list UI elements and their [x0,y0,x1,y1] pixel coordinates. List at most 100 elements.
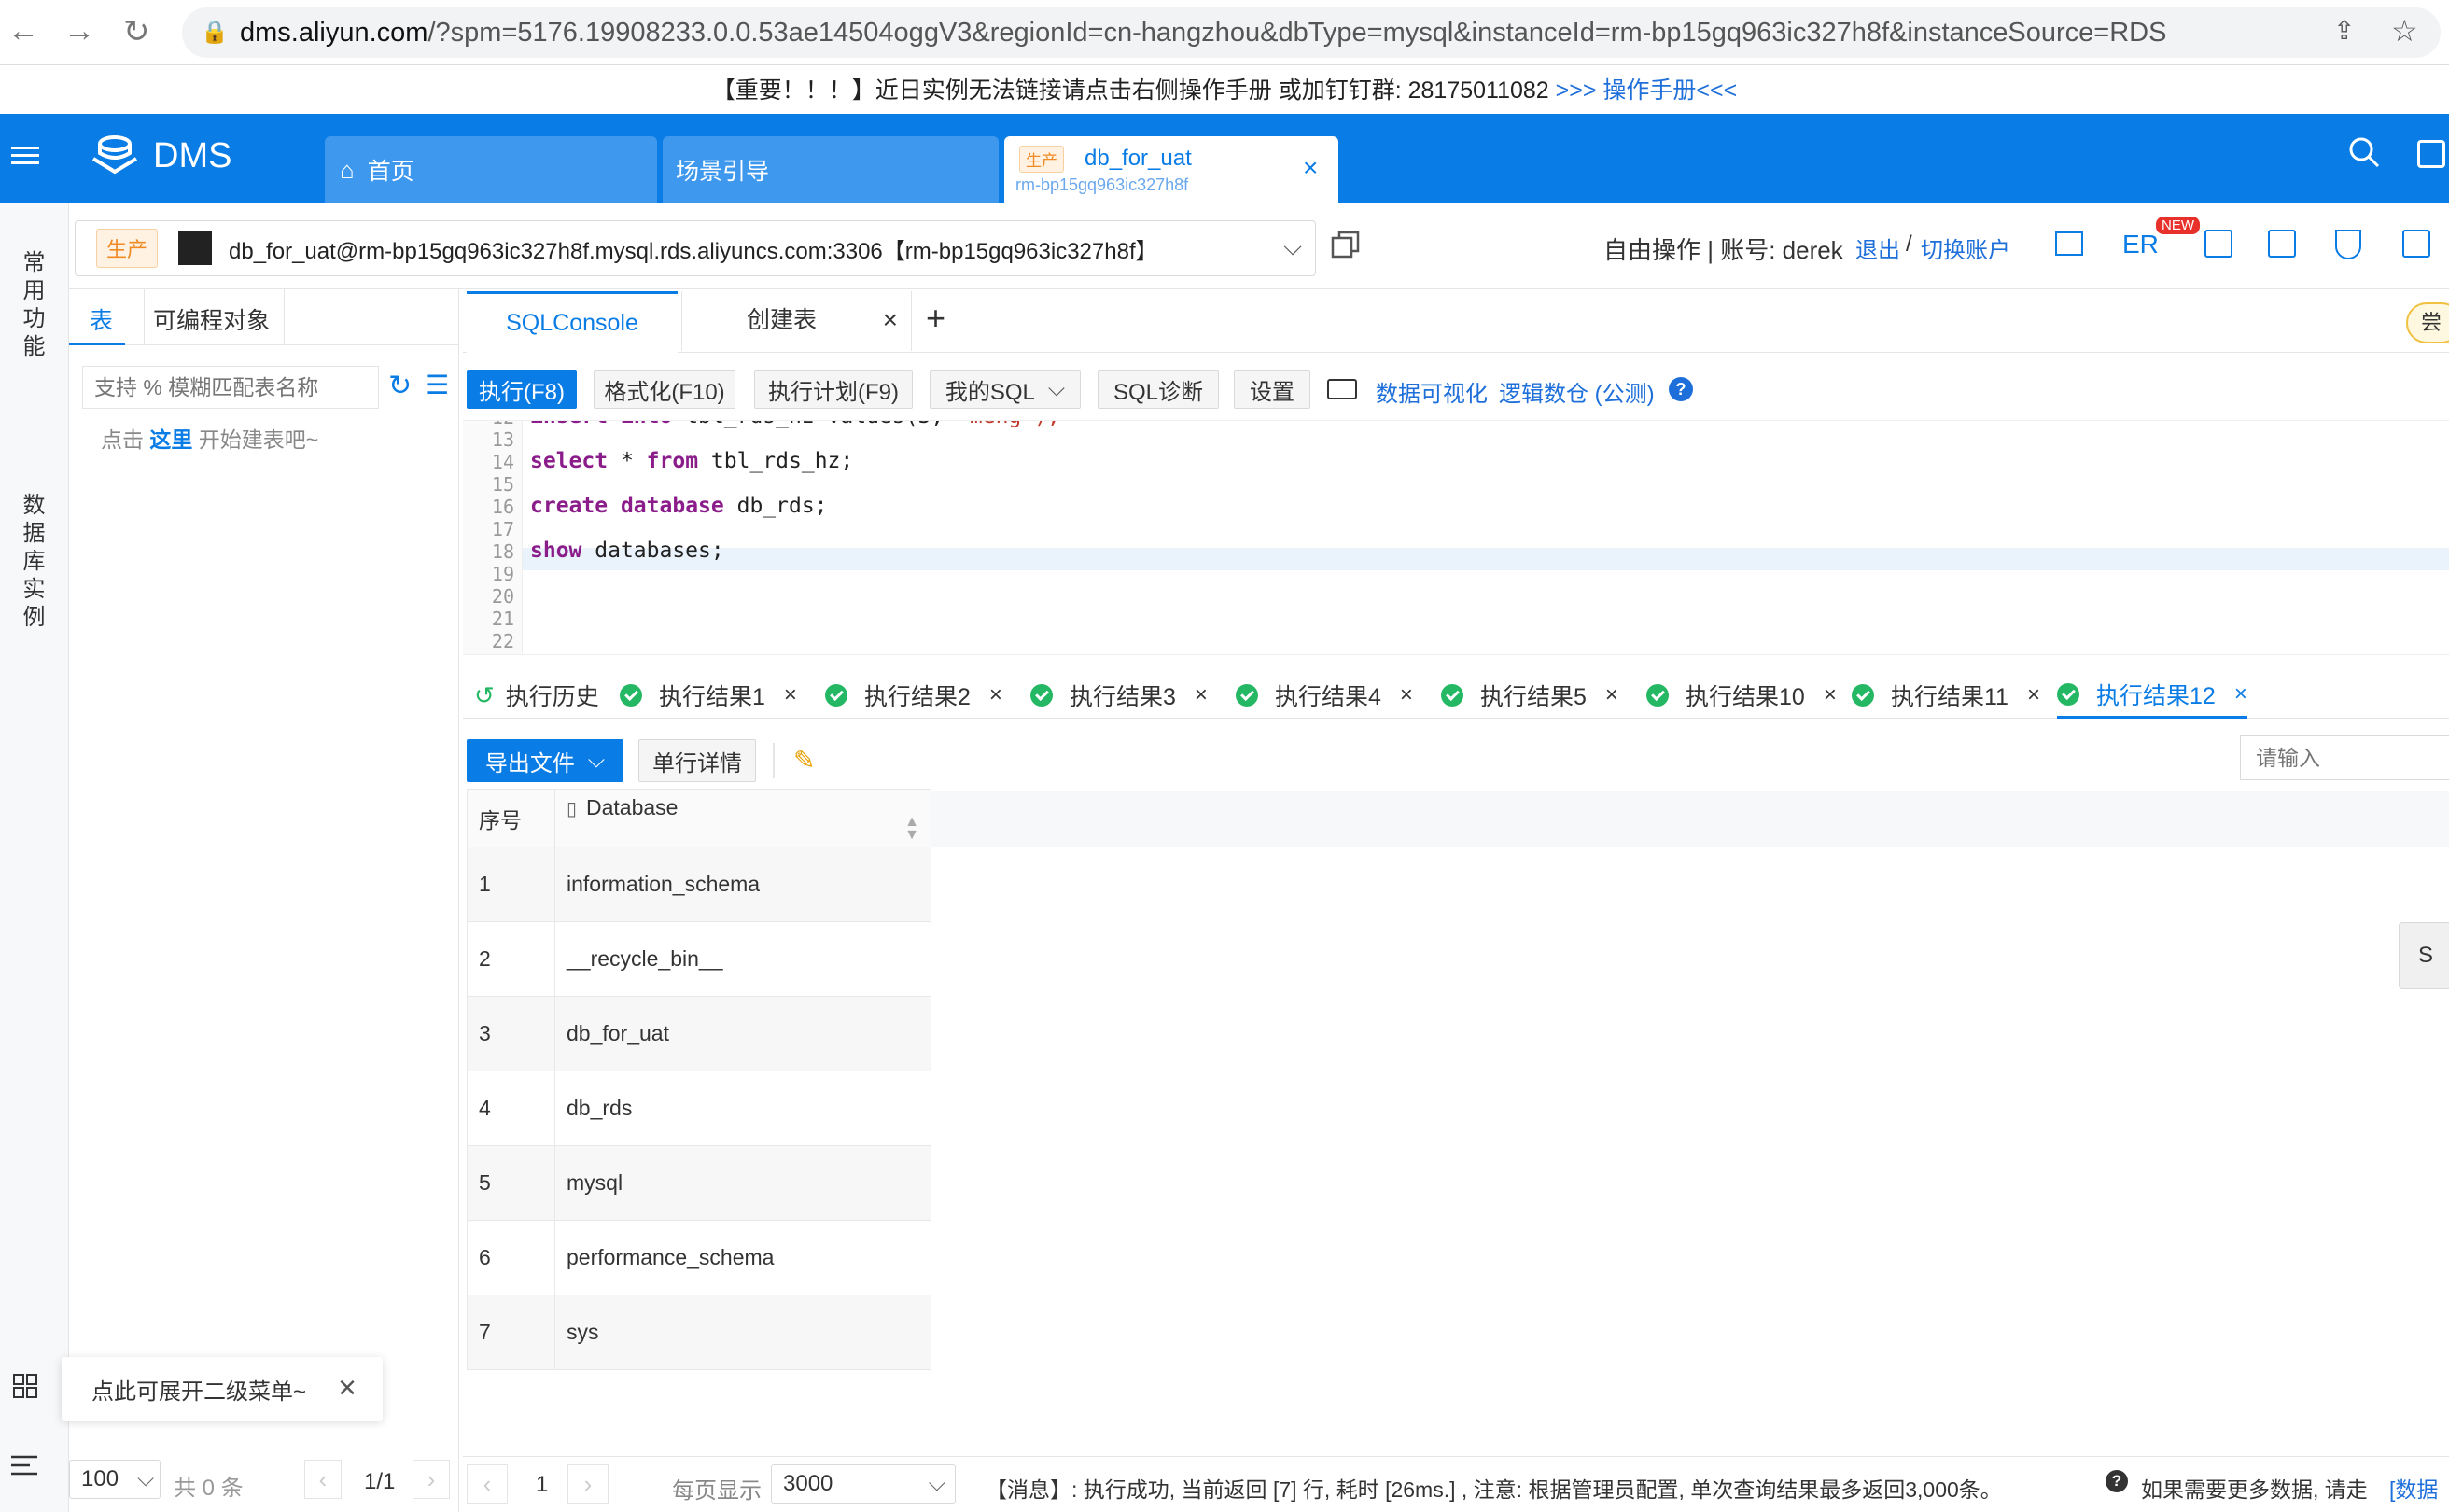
format-button[interactable]: 格式化(F10) [594,370,735,409]
help-icon[interactable]: ? [1669,377,1693,401]
tab-db-for-uat[interactable]: 生产 db_for_uat rm-bp15gq963ic327h8f × [1004,136,1338,203]
rail-common-functions[interactable]: 常用功能 [15,250,48,362]
keyboard-icon[interactable] [1327,379,1357,399]
monitor-icon[interactable] [2268,230,2296,258]
switch-account-link[interactable]: 切换账户 [1921,231,2010,264]
result-search-input[interactable] [2240,735,2449,780]
export-file-button[interactable]: 导出文件 ⌵ [467,739,623,782]
sql-editor[interactable]: 1213141516171819202122 insert into tbl_r… [463,420,2449,655]
collapse-list-icon[interactable] [11,1454,39,1481]
refresh-icon[interactable]: ↻ [388,370,412,402]
table-icon[interactable] [2055,231,2083,256]
address-bar[interactable]: 🔒 dms.aliyun.com/?spm=5176.19908233.0.0.… [182,7,2441,58]
more-data-link[interactable]: [数据 [2389,1472,2438,1504]
per-page-select[interactable]: 3000 ⌵ [771,1464,956,1504]
tab-home[interactable]: ⌂ 首页 [325,136,657,203]
database-cell[interactable]: db_for_uat [554,996,931,1071]
column-header-database[interactable]: ▯ Database ▲ ▼ [554,789,931,847]
close-icon[interactable]: × [989,682,1002,708]
copy-icon[interactable] [1331,230,1361,259]
workspace-icon[interactable] [2417,140,2445,168]
row-index-cell[interactable]: 5 [467,1145,555,1221]
close-icon[interactable]: × [338,1370,357,1407]
row-index-cell[interactable]: 6 [467,1220,555,1295]
table-row[interactable]: 4 db_rds [467,1071,931,1146]
add-tab-icon[interactable]: + [926,299,945,338]
connection-select[interactable]: 生产 db_for_uat@rm-bp15gq963ic327h8f.mysql… [75,220,1316,276]
tab-create-table[interactable]: 创建表 × [683,291,907,353]
database-cell[interactable]: mysql [554,1145,931,1221]
close-icon[interactable]: × [1605,682,1618,708]
tab-scene-guide[interactable]: 场景引导 [663,136,999,203]
edit-icon[interactable]: ✎ [793,745,815,776]
table-row[interactable]: 7 sys [467,1295,931,1370]
tab-result-1[interactable]: 执行结果1 × [620,672,797,719]
tab-result-10[interactable]: 执行结果10 × [1646,672,1837,719]
tab-sqlconsole[interactable]: SQLConsole [467,291,678,353]
filter-list-icon[interactable]: ☰ [426,370,449,400]
my-sql-dropdown[interactable]: 我的SQL ⌵ [930,370,1081,409]
sort-icon[interactable]: ▲ ▼ [904,814,919,842]
logic-warehouse-link[interactable]: 逻辑数仓 (公测) [1499,375,1655,408]
sql-diagnose-button[interactable]: SQL诊断 [1098,370,1219,409]
prev-page-button[interactable]: ‹ [304,1460,342,1499]
star-icon[interactable]: ☆ [2391,13,2418,49]
tab-exec-history[interactable]: ↺ 执行历史 [474,672,599,719]
tab-programmable-objects[interactable]: 可编程对象 [153,302,270,336]
close-icon[interactable]: × [2234,681,2247,707]
next-page-button[interactable]: › [413,1460,450,1499]
tab-result-3[interactable]: 执行结果3 × [1030,672,1208,719]
database-cell[interactable]: db_rds [554,1071,931,1146]
row-index-cell[interactable]: 3 [467,996,555,1071]
share-icon[interactable]: ⇪ [2333,15,2355,46]
close-icon[interactable]: × [1400,682,1413,708]
forward-icon[interactable]: → [63,13,95,49]
next-page-button[interactable]: › [567,1464,609,1504]
close-icon[interactable]: × [1824,682,1837,708]
data-visualization-link[interactable]: 数据可视化 [1376,375,1488,408]
reload-icon[interactable]: ↻ [123,13,150,50]
manual-link[interactable]: >>> 操作手册<<< [1556,77,1738,104]
side-panel-button[interactable]: S [2399,922,2449,989]
create-table-link[interactable]: 这里 [149,427,192,452]
close-tab-icon[interactable]: × [1303,153,1318,183]
table-row[interactable]: 5 mysql [467,1145,931,1221]
database-cell[interactable]: sys [554,1295,931,1370]
table-search-input[interactable] [82,366,379,409]
close-icon[interactable]: × [2027,682,2040,708]
database-cell[interactable]: performance_schema [554,1220,931,1295]
database-cell[interactable]: information_schema [554,847,931,922]
row-index-cell[interactable]: 2 [467,921,555,997]
close-icon[interactable]: × [1195,682,1208,708]
explain-plan-button[interactable]: 执行计划(F9) [754,370,913,409]
hamburger-menu-icon[interactable] [11,142,39,170]
open-external-icon[interactable] [2402,230,2430,258]
tab-result-4[interactable]: 执行结果4 × [1236,672,1413,719]
table-row[interactable]: 3 db_for_uat [467,996,931,1071]
page-size-select[interactable]: 100 ⌵ [69,1460,161,1499]
help-icon[interactable]: ? [2106,1470,2128,1492]
close-tab-icon[interactable]: × [883,291,898,349]
close-icon[interactable]: × [784,682,797,708]
tab-result-11[interactable]: 执行结果11 × [1852,672,2040,719]
grid-menu-icon[interactable] [13,1374,37,1398]
back-icon[interactable]: ← [7,13,39,49]
dms-logo[interactable]: DMS [90,131,231,181]
prev-page-button[interactable]: ‹ [467,1464,508,1504]
row-index-cell[interactable]: 4 [467,1071,555,1146]
table-row[interactable]: 2 __recycle_bin__ [467,921,931,997]
execute-button[interactable]: 执行(F8) [467,370,577,409]
tab-result-2[interactable]: 执行结果2 × [825,672,1002,719]
table-row[interactable]: 6 performance_schema [467,1220,931,1295]
search-icon[interactable] [2348,136,2380,173]
tab-result-12[interactable]: 执行结果12 × [2057,672,2247,719]
row-index-cell[interactable]: 7 [467,1295,555,1370]
settings-button[interactable]: 设置 [1234,370,1310,409]
row-detail-button[interactable]: 单行详情 [638,739,756,782]
report-icon[interactable] [2204,230,2232,258]
rail-db-instances[interactable]: 数据库实例 [15,493,48,633]
row-index-cell[interactable]: 1 [467,847,555,922]
trial-badge[interactable]: 尝 [2406,302,2449,343]
er-diagram-button[interactable]: ER [2122,230,2159,259]
table-row[interactable]: 1 information_schema [467,847,931,922]
